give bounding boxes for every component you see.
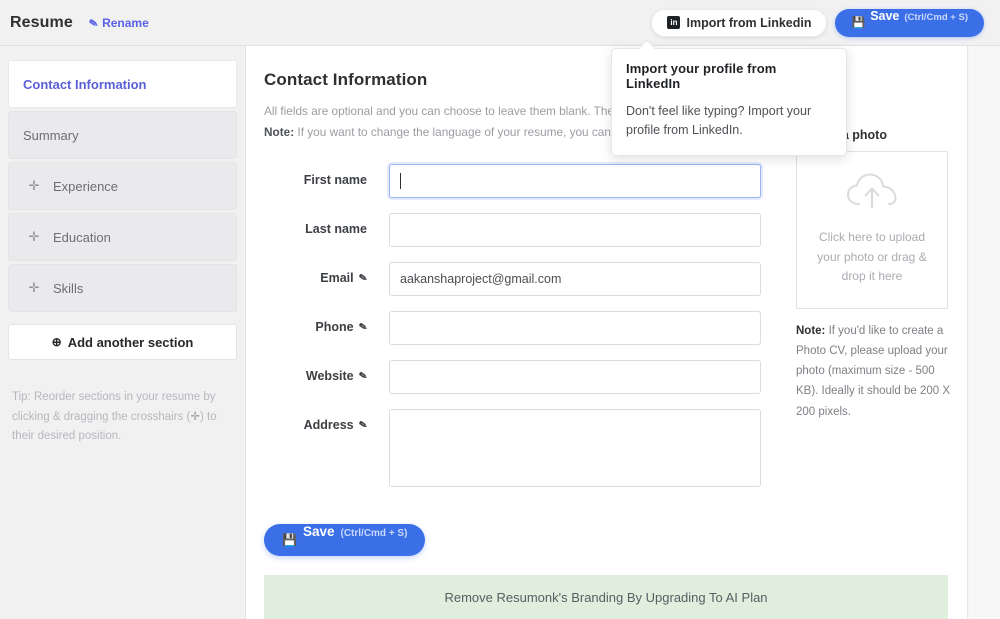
resume-editor-app: Resume ✎ Rename in Import from Linkedin …	[0, 0, 1000, 619]
sidebar-item-label: Experience	[53, 178, 119, 194]
field-label-text: Address	[303, 418, 354, 433]
save-button-bottom[interactable]: 💾 Save (Ctrl/Cmd + S)	[264, 524, 426, 557]
photo-upload-note: Note: If you'd like to create a Photo CV…	[796, 321, 956, 422]
cloud-upload-icon	[846, 173, 898, 216]
phone-input[interactable]	[389, 311, 761, 346]
plus-circle-icon: ⊕	[51, 335, 62, 349]
photo-upload-panel: Upload a photo Click here to upload your…	[796, 128, 956, 422]
floppy-disk-icon: 💾	[282, 533, 297, 548]
field-label: Email ✎	[264, 262, 389, 285]
field-label: Website ✎	[264, 360, 389, 383]
import-from-linkedin-button[interactable]: in Import from Linkedin	[651, 8, 828, 37]
upgrade-branding-banner[interactable]: Remove Resumonk's Branding By Upgrading …	[264, 575, 948, 619]
save-label: Save	[870, 8, 900, 23]
sidebar-item-label: Education	[53, 229, 111, 245]
sidebar-item-label: Summary	[23, 127, 79, 143]
field-label-text: Phone	[315, 320, 354, 335]
right-gutter	[969, 46, 1000, 619]
save-shortcut-hint: (Ctrl/Cmd + S)	[340, 528, 408, 540]
save-button-top[interactable]: 💾 Save (Ctrl/Cmd + S)	[835, 8, 984, 37]
linkedin-import-tooltip: Import your profile from LinkedIn Don't …	[611, 40, 847, 156]
import-from-linkedin-label: Import from Linkedin	[686, 15, 812, 30]
save-label: Save	[302, 524, 335, 540]
add-another-section-label: Add another section	[67, 334, 194, 350]
sidebar-item-label: Skills	[53, 280, 84, 296]
rename-button[interactable]: ✎ Rename	[87, 16, 149, 31]
field-label-text: Email	[320, 271, 354, 286]
save-shortcut-hint: (Ctrl/Cmd + S)	[904, 11, 968, 23]
last-name-input[interactable]	[389, 213, 761, 248]
photo-upload-note-label: Note:	[796, 325, 826, 337]
top-bar: Resume ✎ Rename in Import from Linkedin …	[0, 0, 1000, 46]
add-another-section-button[interactable]: ⊕ Add another section	[8, 324, 237, 360]
description-line-2: If you want to change the language of yo…	[294, 124, 632, 139]
arrows-move-icon[interactable]: ✛	[23, 229, 45, 245]
sidebar-item-experience[interactable]: ✛ Experience	[8, 162, 237, 210]
field-label: Phone ✎	[264, 311, 389, 334]
arrows-move-icon: ✛	[190, 410, 200, 423]
website-input[interactable]	[389, 360, 761, 395]
first-name-input[interactable]	[389, 164, 761, 199]
sidebar-item-label: Contact Information	[23, 76, 147, 92]
linkedin-icon: in	[667, 16, 681, 29]
photo-dropzone-text: Click here to upload your photo or drag …	[817, 229, 927, 284]
description-line-1: All fields are optional and you can choo…	[264, 104, 620, 118]
sidebar-item-education[interactable]: ✛ Education	[8, 213, 237, 261]
description-note-label: Note:	[264, 124, 295, 139]
field-label: Last name	[264, 213, 389, 236]
field-label-text: First name	[303, 173, 367, 188]
top-bar-left: Resume ✎ Rename	[0, 14, 149, 32]
rename-label: Rename	[102, 16, 149, 30]
field-label-text: Website	[305, 369, 354, 384]
field-label: First name	[264, 164, 389, 187]
sidebar-item-summary[interactable]: Summary	[8, 111, 237, 159]
field-label-text: Last name	[305, 222, 367, 237]
arrows-move-icon[interactable]: ✛	[23, 178, 45, 194]
upgrade-branding-banner-label: Remove Resumonk's Branding By Upgrading …	[444, 589, 768, 605]
pencil-icon: ✎	[87, 16, 100, 31]
photo-upload-note-text: If you'd like to create a Photo CV, plea…	[796, 325, 951, 418]
address-input[interactable]	[389, 409, 761, 488]
pencil-icon[interactable]: ✎	[358, 370, 368, 382]
email-input[interactable]	[389, 262, 761, 297]
document-title: Resume	[10, 13, 73, 31]
sidebar-nav-list: Contact Information Summary ✛ Experience ✛ Ed…	[8, 60, 237, 312]
photo-dropzone[interactable]: Click here to upload your photo or drag …	[796, 151, 948, 309]
reorder-tip-text-1: Tip: Reorder sections in your resume by …	[12, 391, 216, 423]
tooltip-body: Don't feel like typing? Import your prof…	[626, 104, 812, 138]
pencil-icon[interactable]: ✎	[358, 272, 368, 284]
main-content-panel: Contact Information All fields are optio…	[246, 46, 968, 619]
pencil-icon[interactable]: ✎	[358, 321, 368, 333]
sidebar-item-skills[interactable]: ✛ Skills	[8, 264, 237, 312]
text-cursor	[400, 173, 401, 190]
top-bar-actions: in Import from Linkedin 💾 Save (Ctrl/Cmd…	[651, 8, 1000, 37]
sidebar-item-contact-information[interactable]: Contact Information	[8, 60, 237, 108]
sidebar: Contact Information Summary ✛ Experience ✛ Ed…	[0, 46, 246, 619]
reorder-tip: Tip: Reorder sections in your resume by …	[8, 388, 237, 447]
pencil-icon[interactable]: ✎	[358, 419, 368, 431]
arrows-move-icon[interactable]: ✛	[23, 280, 45, 296]
field-label: Address ✎	[264, 409, 389, 432]
floppy-disk-icon: 💾	[851, 17, 866, 29]
tooltip-title: Import your profile from LinkedIn	[626, 61, 777, 91]
